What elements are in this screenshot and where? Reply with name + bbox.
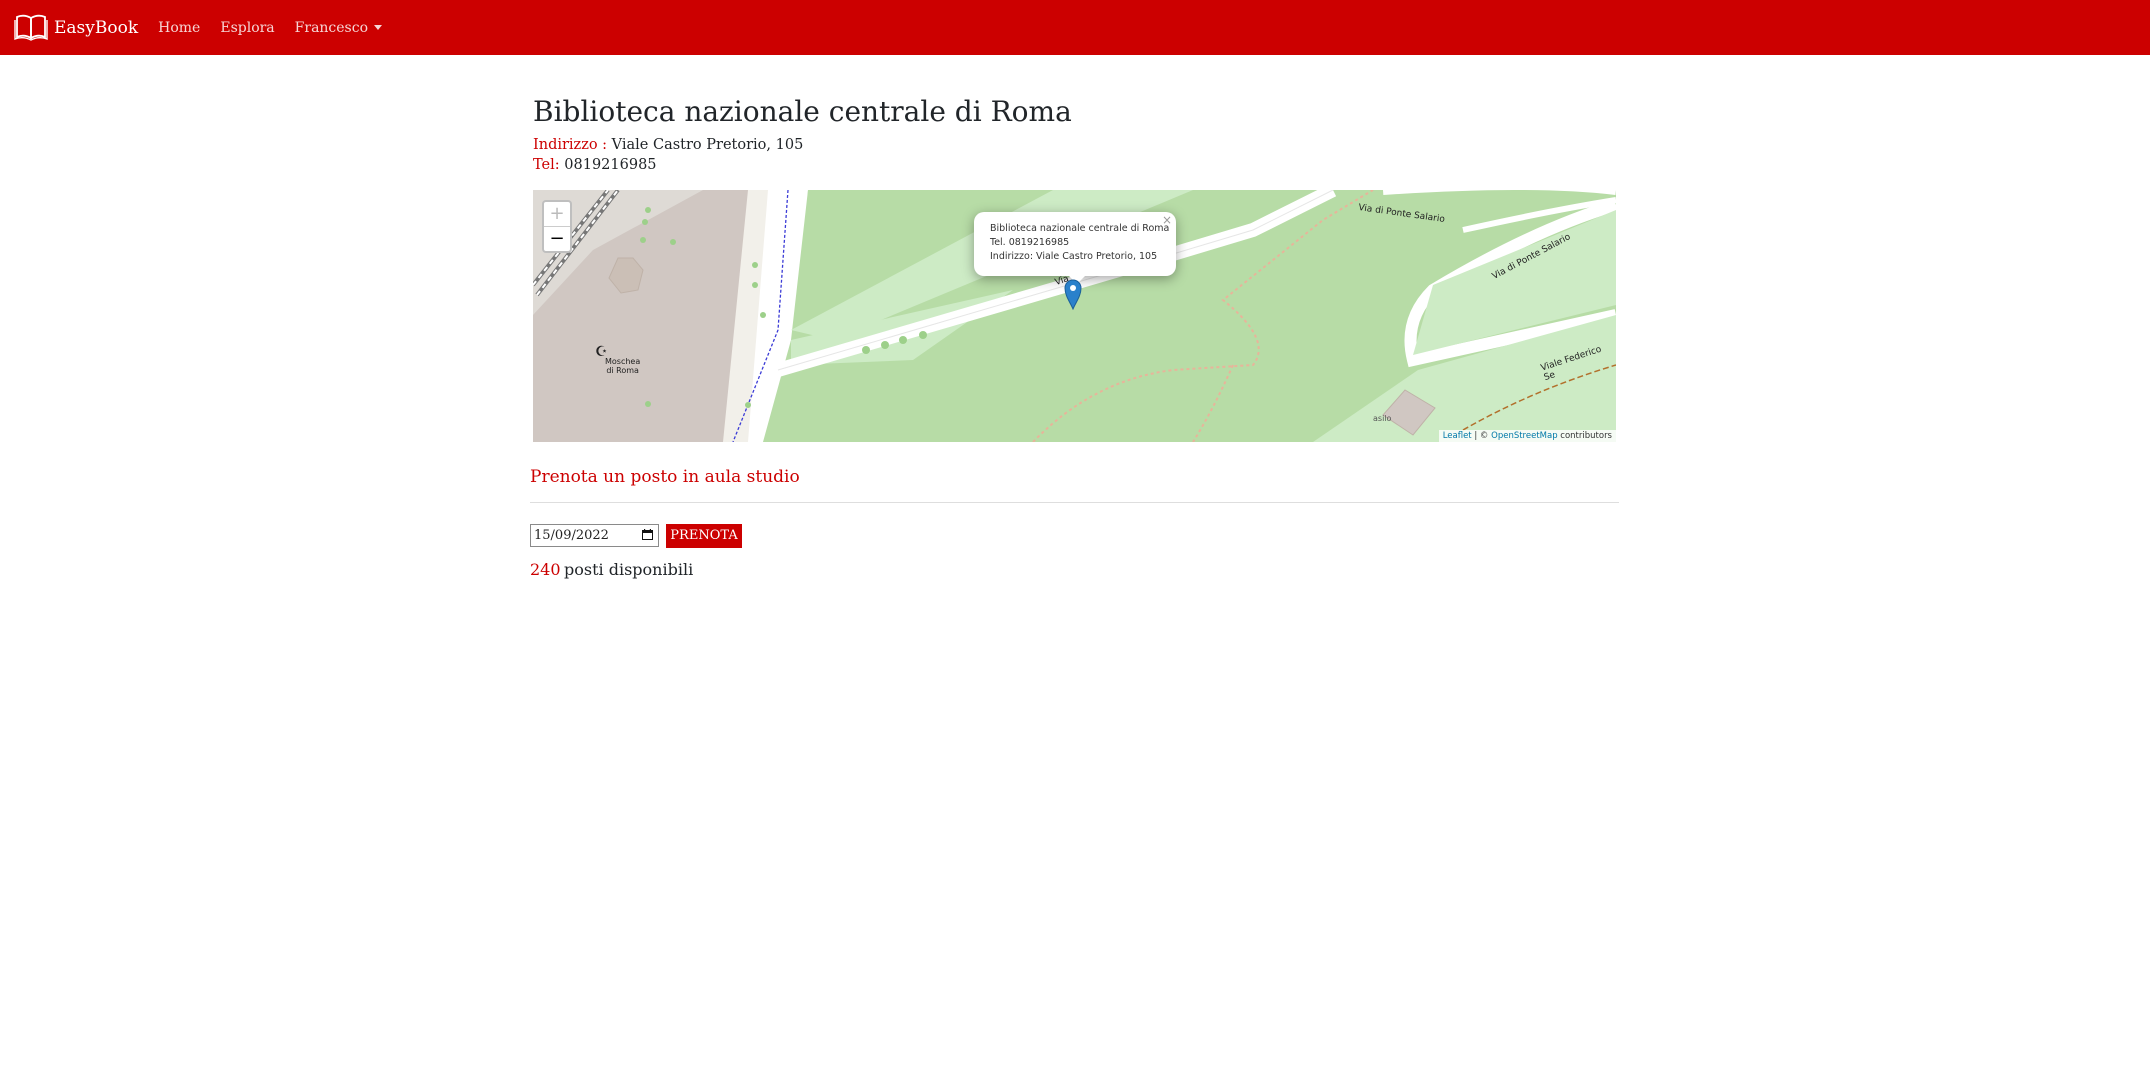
popup-address: Indirizzo: Viale Castro Pretorio, 105 bbox=[990, 251, 1158, 262]
brand-name: EasyBook bbox=[54, 17, 139, 38]
map-marker-icon[interactable] bbox=[1064, 278, 1082, 310]
phone-value: 0819216985 bbox=[564, 157, 657, 173]
map[interactable]: ☪ Moschea di Roma Via di Ponte Salario Vi… bbox=[533, 190, 1616, 442]
date-value: 15/09/2022 bbox=[534, 528, 609, 543]
zoom-in-button[interactable]: + bbox=[544, 202, 570, 227]
date-input[interactable]: 15/09/2022 bbox=[530, 524, 659, 547]
address-line: Indirizzo : Viale Castro Pretorio, 105 bbox=[533, 137, 803, 153]
phone-label: Tel: bbox=[533, 157, 560, 173]
nav-home[interactable]: Home bbox=[158, 20, 200, 36]
popup-phone: Tel. 0819216985 bbox=[990, 237, 1070, 248]
brand-link[interactable]: EasyBook bbox=[14, 11, 138, 45]
booking-section-title: Prenota un posto in aula studio bbox=[530, 467, 800, 487]
zoom-out-button[interactable]: − bbox=[544, 227, 570, 251]
available-seats-label: posti disponibili bbox=[564, 560, 694, 579]
popup-library-name: Biblioteca nazionale centrale di Roma bbox=[990, 223, 1170, 234]
section-divider bbox=[530, 502, 1619, 503]
calendar-icon[interactable] bbox=[642, 529, 653, 540]
map-popup: × Biblioteca nazionale centrale di Roma … bbox=[974, 212, 1176, 276]
available-seats-count: 240 bbox=[530, 560, 561, 579]
page-title: Biblioteca nazionale centrale di Roma bbox=[533, 95, 1072, 128]
poi-label-asilo: asilo bbox=[1373, 414, 1392, 423]
mosque-label-line2: di Roma bbox=[606, 366, 639, 375]
user-menu-dropdown[interactable]: Francesco bbox=[294, 19, 383, 36]
mosque-label-line1: Moschea bbox=[605, 357, 641, 366]
leaflet-link[interactable]: Leaflet bbox=[1443, 431, 1472, 441]
attribution-suffix: contributors bbox=[1560, 431, 1612, 441]
mosque-label: Moschea di Roma bbox=[605, 357, 640, 375]
navbar: EasyBook Home Esplora Francesco bbox=[0, 0, 2150, 55]
phone-line: Tel: 0819216985 bbox=[533, 157, 657, 173]
map-attribution: Leaflet | © OpenStreetMap contributors bbox=[1438, 430, 1616, 442]
user-menu-label: Francesco bbox=[294, 19, 369, 36]
address-label: Indirizzo : bbox=[533, 137, 608, 153]
openstreetmap-link[interactable]: OpenStreetMap bbox=[1491, 431, 1557, 441]
zoom-control: + − bbox=[542, 200, 572, 253]
nav-esplora[interactable]: Esplora bbox=[220, 20, 274, 36]
address-value: Viale Castro Pretorio, 105 bbox=[611, 137, 804, 153]
chevron-down-icon bbox=[374, 25, 383, 30]
attribution-separator: | © bbox=[1474, 431, 1489, 441]
open-book-icon bbox=[14, 11, 48, 45]
prenota-button[interactable]: PRENOTA bbox=[666, 524, 742, 548]
